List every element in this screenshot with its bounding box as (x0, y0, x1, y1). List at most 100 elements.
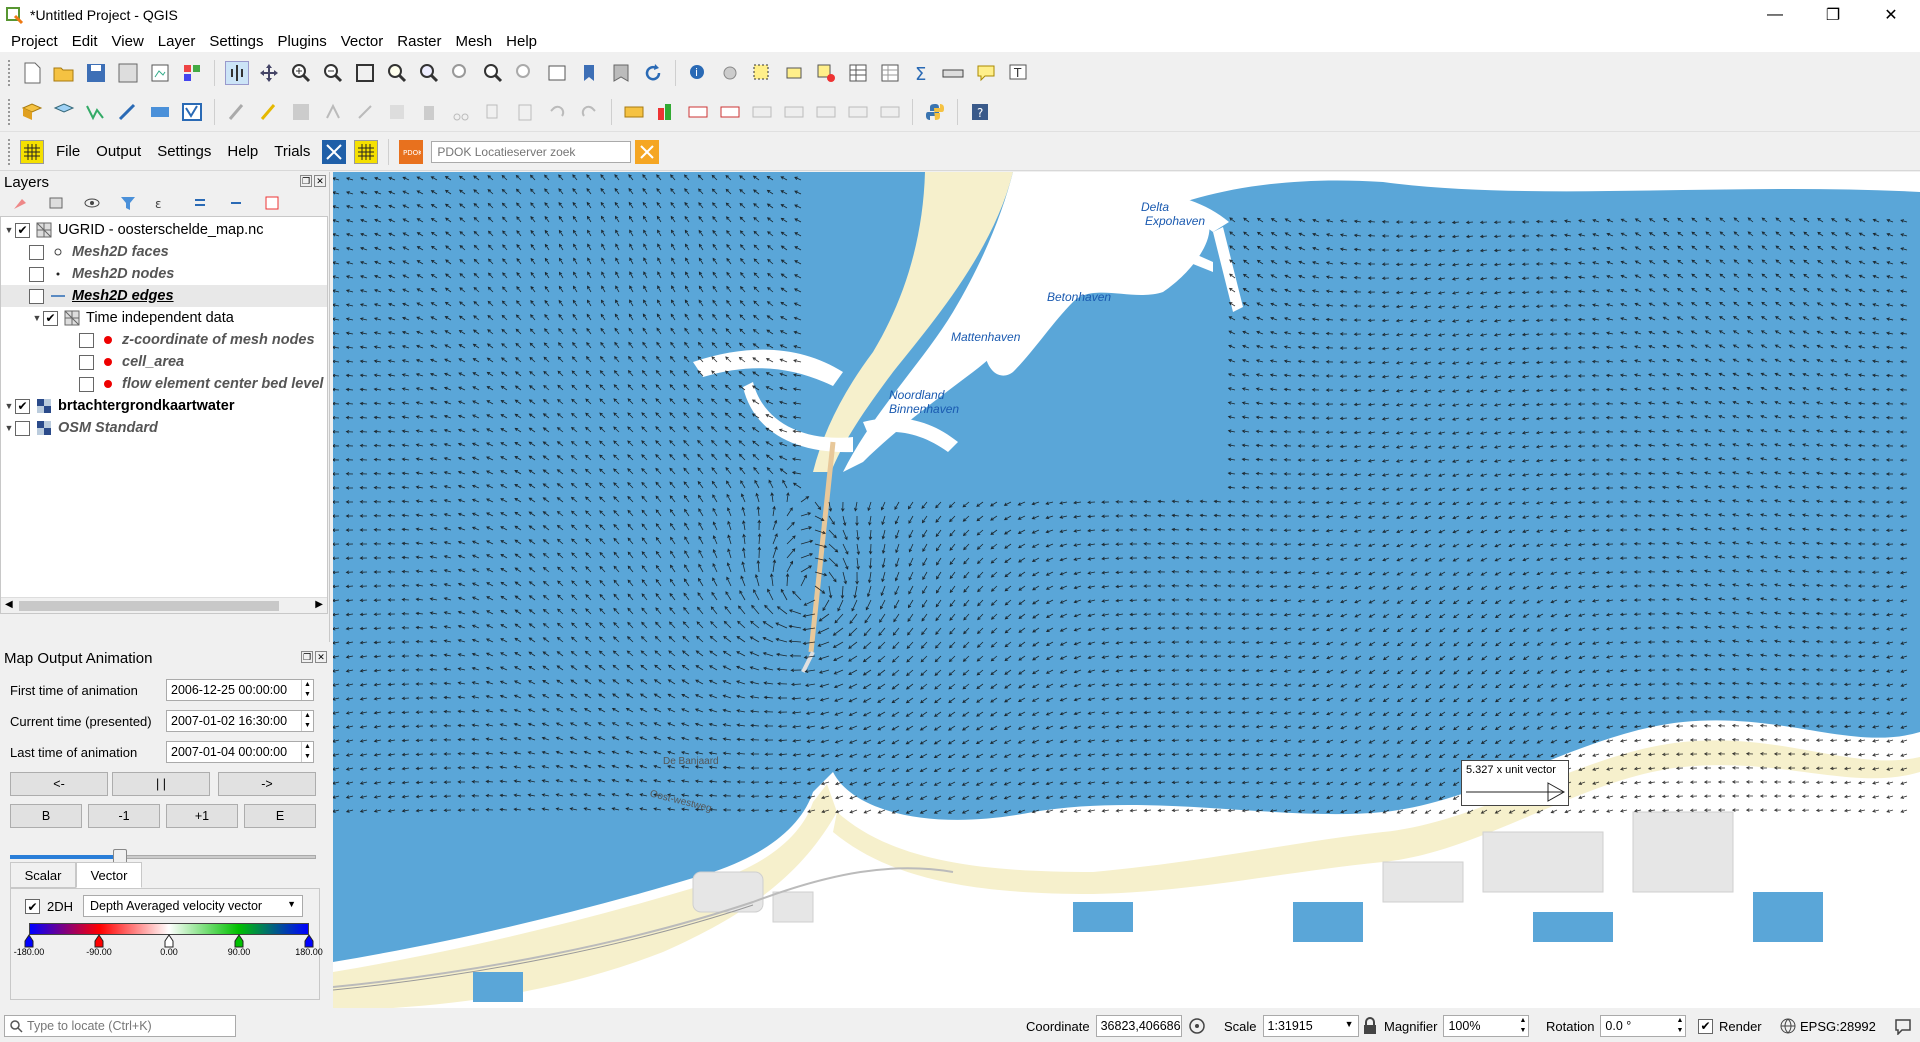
statistics-icon[interactable]: Σ (910, 61, 934, 85)
layer-row-ugrid[interactable]: ▼ ✔ UGRID - oosterschelde_map.nc (3, 219, 264, 241)
remove-layer-icon[interactable] (260, 191, 284, 215)
expand-arrow-icon[interactable]: ▼ (3, 401, 15, 411)
layer-checkbox[interactable] (29, 288, 44, 304)
deselect-icon[interactable] (814, 61, 838, 85)
expand-arrow-icon[interactable]: ▼ (3, 225, 15, 235)
filter-legend-icon[interactable] (116, 191, 140, 215)
modify-attributes-icon[interactable] (385, 100, 409, 124)
new-spatialite-icon[interactable] (116, 100, 140, 124)
plugin-menu-help[interactable]: Help (219, 143, 266, 160)
rotate-label-icon[interactable] (782, 100, 806, 124)
close-panel-icon[interactable]: ✕ (314, 175, 326, 187)
undo-icon[interactable] (545, 100, 569, 124)
identify-icon[interactable]: i (686, 61, 710, 85)
maximize-button[interactable]: ❐ (1804, 0, 1862, 30)
toolbar-grip[interactable] (8, 98, 12, 125)
pdok-icon[interactable]: PDOK (399, 139, 424, 164)
menu-edit[interactable]: Edit (65, 33, 105, 50)
layer-checkbox[interactable] (79, 376, 94, 392)
zoom-out-icon[interactable] (321, 61, 345, 85)
zoom-to-selection-icon[interactable] (385, 61, 409, 85)
float-panel-icon[interactable]: ❐ (300, 175, 312, 187)
change-label-icon[interactable] (814, 100, 838, 124)
close-panel-icon[interactable]: ✕ (315, 651, 327, 663)
tab-scalar[interactable]: Scalar (10, 862, 76, 888)
new-geopackage-icon[interactable] (52, 100, 76, 124)
rotate-diagram-icon[interactable] (878, 100, 902, 124)
delete-selected-icon[interactable] (417, 100, 441, 124)
layer-checkbox[interactable] (79, 354, 94, 370)
messages-group[interactable] (1894, 1015, 1912, 1037)
locator-input[interactable]: Type to locate (Ctrl+K) (4, 1015, 236, 1037)
end-button[interactable]: E (244, 804, 316, 828)
plugin-menu-settings[interactable]: Settings (149, 143, 219, 160)
messages-icon[interactable] (1894, 1017, 1912, 1035)
lock-icon[interactable] (1362, 1017, 1378, 1035)
layer-checkbox[interactable] (15, 420, 30, 436)
print-layout-icon[interactable] (148, 61, 172, 85)
zoom-next-icon[interactable] (513, 61, 537, 85)
float-panel-icon[interactable]: ❐ (301, 651, 313, 663)
layer-row-z-coordinate[interactable]: z-coordinate of mesh nodes (79, 329, 315, 351)
pdok-search-input[interactable] (431, 140, 632, 163)
layer-row-mesh2d-faces[interactable]: Mesh2D faces (29, 241, 169, 263)
menu-view[interactable]: View (105, 33, 151, 50)
label-properties-icon[interactable] (846, 100, 870, 124)
minimize-button[interactable]: — (1746, 0, 1804, 30)
layer-checkbox[interactable] (29, 244, 44, 260)
toolbar-grip[interactable] (8, 138, 12, 165)
open-project-icon[interactable] (52, 61, 76, 85)
toggle-extents-icon[interactable] (1188, 1017, 1206, 1035)
paste-features-icon[interactable] (513, 100, 537, 124)
layer-checkbox[interactable] (79, 332, 94, 348)
zoom-full-icon[interactable] (353, 61, 377, 85)
zoom-last-icon[interactable] (481, 61, 505, 85)
map-tips-icon[interactable] (974, 61, 998, 85)
plugin-menu-trials[interactable]: Trials (266, 143, 318, 160)
crs-group[interactable]: EPSG:28992 (1780, 1015, 1876, 1037)
diagram-toolbar-icon[interactable] (654, 100, 678, 124)
menu-raster[interactable]: Raster (390, 33, 448, 50)
expand-all-icon[interactable] (188, 191, 212, 215)
menu-plugins[interactable]: Plugins (271, 33, 334, 50)
first-time-input[interactable]: 2006-12-25 00:00:00 ▲ ▼ (166, 679, 314, 701)
layer-row-time-independent[interactable]: ▼ ✔ Time independent data (31, 307, 234, 329)
velocity-plugin-icon[interactable] (322, 139, 347, 164)
new-project-icon[interactable] (20, 61, 44, 85)
coordinate-field[interactable]: 36823,406686 (1095, 1015, 1182, 1037)
mesh-plugin-icon[interactable] (20, 139, 44, 164)
menu-vector[interactable]: Vector (334, 33, 391, 50)
horizontal-scrollbar[interactable]: ◀ ▶ (1, 597, 327, 613)
menu-help[interactable]: Help (499, 33, 544, 50)
step-back-button[interactable]: <- (10, 772, 108, 796)
zoom-native-icon[interactable] (449, 61, 473, 85)
minus-one-button[interactable]: -1 (88, 804, 160, 828)
plugin-menu-output[interactable]: Output (88, 143, 149, 160)
manage-themes-icon[interactable] (80, 191, 104, 215)
new-virtual-layer-icon[interactable] (180, 100, 204, 124)
layer-row-osm[interactable]: ▼ OSM Standard (3, 417, 158, 439)
data-source-manager-icon[interactable] (20, 100, 44, 124)
copy-features-icon[interactable] (481, 100, 505, 124)
pan-to-selection-icon[interactable] (257, 61, 281, 85)
pdok-clear-icon[interactable] (635, 139, 660, 164)
pin-labels-icon[interactable] (686, 100, 710, 124)
close-button[interactable]: ✕ (1862, 0, 1920, 30)
tab-vector[interactable]: Vector (76, 862, 142, 888)
map-canvas[interactable]: Delta Expohaven Betonhaven Mattenhaven N… (333, 172, 1920, 1008)
select-by-value-icon[interactable] (782, 61, 806, 85)
expand-arrow-icon[interactable]: ▼ (31, 313, 43, 323)
refresh-icon[interactable] (641, 61, 665, 85)
toolbar-grip[interactable] (8, 60, 12, 86)
layer-row-brtachtergrond[interactable]: ▼ ✔ brtachtergrondkaartwater (3, 395, 235, 417)
last-time-input[interactable]: 2007-01-04 00:00:00 ▲ ▼ (166, 741, 314, 763)
render-checkbox[interactable]: ✔ (1698, 1018, 1713, 1034)
cut-features-icon[interactable] (449, 100, 473, 124)
layer-checkbox[interactable]: ✔ (15, 398, 30, 414)
vertex-tool-icon[interactable] (353, 100, 377, 124)
scale-select[interactable]: 1:31915 ▼ (1262, 1015, 1359, 1037)
show-hide-labels-icon[interactable] (718, 100, 742, 124)
new-shapefile-icon[interactable] (84, 100, 108, 124)
layer-checkbox[interactable]: ✔ (15, 222, 30, 238)
mesh-grid-icon[interactable] (354, 139, 379, 164)
